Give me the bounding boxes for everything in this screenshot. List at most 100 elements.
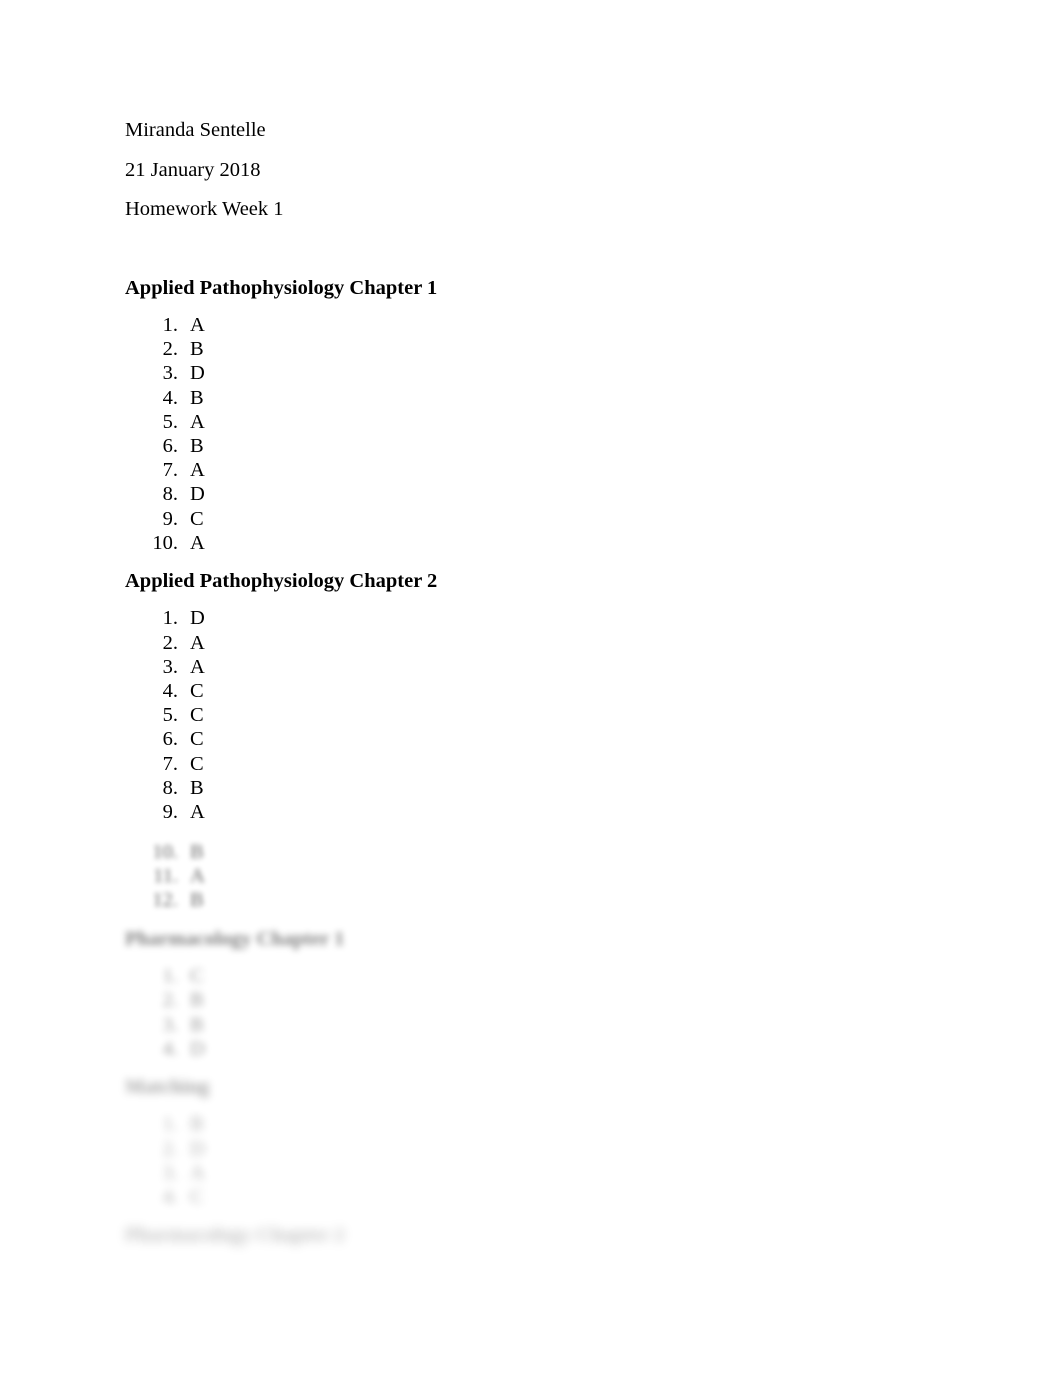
list-item-number: 8.: [162, 483, 178, 506]
list-item-number: 11.: [153, 865, 178, 888]
list-item: 7. A: [125, 458, 945, 482]
list-item: 1. D: [125, 606, 945, 630]
list-item: 10. B: [125, 840, 945, 864]
list-item-answer: C: [190, 728, 204, 751]
list-item-answer: B: [190, 434, 204, 457]
list-item: 3. B: [125, 1013, 945, 1037]
list-item-answer: A: [190, 631, 205, 654]
list-item-number: 6.: [162, 434, 178, 457]
list-item-number: 6.: [162, 728, 178, 751]
list-item: 12. B: [125, 888, 945, 912]
date-line: 21 January 2018: [125, 158, 261, 181]
list-item-answer: B: [190, 776, 204, 799]
list-item-answer: A: [190, 410, 205, 433]
answer-list-pharmacology-1: 1. C 2. B 3. B 4. D: [125, 964, 945, 1061]
list-item-answer: A: [190, 655, 205, 678]
list-item: 7. C: [125, 752, 945, 776]
list-item: 2. D: [125, 1137, 945, 1161]
list-item: 6. C: [125, 727, 945, 751]
list-item-number: 2.: [162, 1137, 178, 1160]
list-item: 3. A: [125, 655, 945, 679]
list-item-number: 9.: [162, 800, 178, 823]
list-item: 4. B: [125, 386, 945, 410]
list-item: 4. C: [125, 679, 945, 703]
document-page: Miranda Sentelle 21 January 2018 Homewor…: [0, 0, 1062, 1377]
list-item-answer: A: [190, 800, 205, 823]
list-item: 6. B: [125, 434, 945, 458]
list-item-number: 12.: [152, 889, 178, 912]
list-item: 2. B: [125, 337, 945, 361]
list-item-number: 4.: [162, 679, 178, 702]
list-item-answer: D: [190, 362, 205, 385]
list-item-number: 4.: [162, 1037, 178, 1060]
list-item: 3. A: [125, 1161, 945, 1185]
list-item-number: 2.: [162, 989, 178, 1012]
section-heading-matching: Matching: [125, 1075, 210, 1098]
list-item: 4. C: [125, 1185, 945, 1209]
list-item-number: 7.: [162, 459, 178, 482]
section-heading-pharmacology-2: Pharmacology Chapter 2: [125, 1224, 345, 1247]
list-item-answer: C: [190, 704, 204, 727]
list-item-answer: A: [190, 1161, 205, 1184]
list-item-answer: D: [190, 1037, 205, 1060]
list-item: 1. B: [125, 1112, 945, 1136]
list-item-answer: B: [190, 1013, 204, 1036]
list-item: 5. A: [125, 410, 945, 434]
list-item-number: 1.: [162, 965, 178, 988]
list-item-number: 10.: [152, 841, 178, 864]
list-item-answer: A: [190, 865, 205, 888]
list-item-answer: A: [190, 314, 205, 336]
list-item-number: 2.: [162, 338, 178, 361]
list-item: 8. B: [125, 776, 945, 800]
list-item-number: 7.: [162, 752, 178, 775]
list-item-number: 3.: [162, 1161, 178, 1184]
list-item-answer: B: [190, 338, 204, 361]
section-heading-pathophysiology-2: Applied Pathophysiology Chapter 2: [125, 569, 438, 592]
list-item-answer: A: [190, 531, 205, 554]
list-item-number: 2.: [162, 631, 178, 654]
list-item-answer: C: [190, 679, 204, 702]
list-item: 9. A: [125, 800, 945, 824]
list-item: 5. C: [125, 703, 945, 727]
list-item-answer: D: [190, 1137, 205, 1160]
list-item-answer: B: [190, 889, 204, 912]
list-item-number: 9.: [162, 507, 178, 530]
list-item-number: 1.: [162, 1113, 178, 1136]
answer-list-pathophysiology-1: 1. A 2. B 3. D 4. B 5. A 6. B 7. A 8. D 9. C 10. A: [125, 313, 945, 555]
list-item: 2. B: [125, 988, 945, 1012]
list-item-answer: B: [190, 386, 204, 409]
answer-list-pathophysiology-2-obscured-tail: 10. B 11. A 12. B: [125, 840, 945, 913]
answer-list-matching: 1. B 2. D 3. A 4. C: [125, 1112, 945, 1209]
list-item-number: 5.: [162, 704, 178, 727]
list-item: 1. C: [125, 964, 945, 988]
list-item: 3. D: [125, 361, 945, 385]
list-item-number: 3.: [162, 655, 178, 678]
list-item-number: 3.: [162, 362, 178, 385]
list-item-number: 3.: [162, 1013, 178, 1036]
list-item-answer: C: [190, 1185, 204, 1208]
list-item: 2. A: [125, 631, 945, 655]
list-item-number: 1.: [162, 607, 178, 630]
list-item: 1. A: [125, 313, 945, 337]
list-item: 11. A: [125, 864, 945, 888]
list-item-number: 1.: [162, 314, 178, 336]
list-item: 8. D: [125, 482, 945, 506]
list-item-answer: D: [190, 483, 205, 506]
author-line: Miranda Sentelle: [125, 119, 266, 141]
list-item-answer: D: [190, 607, 205, 630]
assignment-line: Homework Week 1: [125, 198, 284, 220]
list-item-number: 4.: [162, 1185, 178, 1208]
list-item-answer: B: [190, 841, 204, 864]
answer-list-pathophysiology-2: 1. D 2. A 3. A 4. C 5. C 6. C 7. C 8. B 9. A: [125, 606, 945, 824]
list-item-number: 8.: [162, 776, 178, 799]
list-item-answer: A: [190, 459, 205, 482]
list-item-answer: C: [190, 965, 204, 988]
section-heading-pathophysiology-1: Applied Pathophysiology Chapter 1: [125, 276, 438, 299]
list-item-number: 4.: [162, 386, 178, 409]
document-body: Miranda Sentelle 21 January 2018 Homewor…: [125, 120, 945, 1261]
blank-paragraph: [125, 239, 945, 259]
list-item-number: 5.: [162, 410, 178, 433]
section-heading-pharmacology-1: Pharmacology Chapter 1: [125, 927, 345, 950]
list-item-answer: C: [190, 507, 204, 530]
list-item-answer: B: [190, 1113, 204, 1136]
